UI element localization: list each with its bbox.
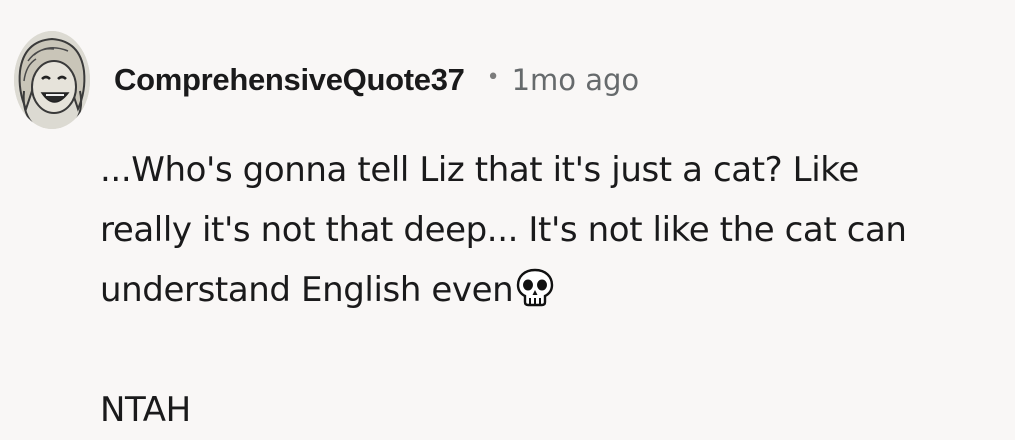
meta-separator: • xyxy=(486,65,500,90)
comment: ComprehensiveQuote37 • 1mo ago ...Who's … xyxy=(0,0,1015,430)
comment-timestamp[interactable]: 1mo ago xyxy=(512,63,640,97)
comment-text-line-1: ...Who's gonna tell Liz that it's just a… xyxy=(100,150,859,190)
comment-text-line-2: really it's not that deep... It's not li… xyxy=(100,210,907,250)
comment-header: ComprehensiveQuote37 • 1mo ago xyxy=(14,30,639,130)
avatar-drawing xyxy=(14,31,90,129)
username-link[interactable]: ComprehensiveQuote37 xyxy=(114,62,465,98)
comment-verdict: NTAH xyxy=(100,390,191,430)
comment-text-line-3-text: understand English even xyxy=(100,270,514,310)
comment-body: ...Who's gonna tell Liz that it's just a… xyxy=(100,140,1000,440)
user-avatar[interactable] xyxy=(14,31,90,129)
comment-text-line-3: understand English even xyxy=(100,260,1000,320)
skull-emoji-icon xyxy=(515,266,555,307)
